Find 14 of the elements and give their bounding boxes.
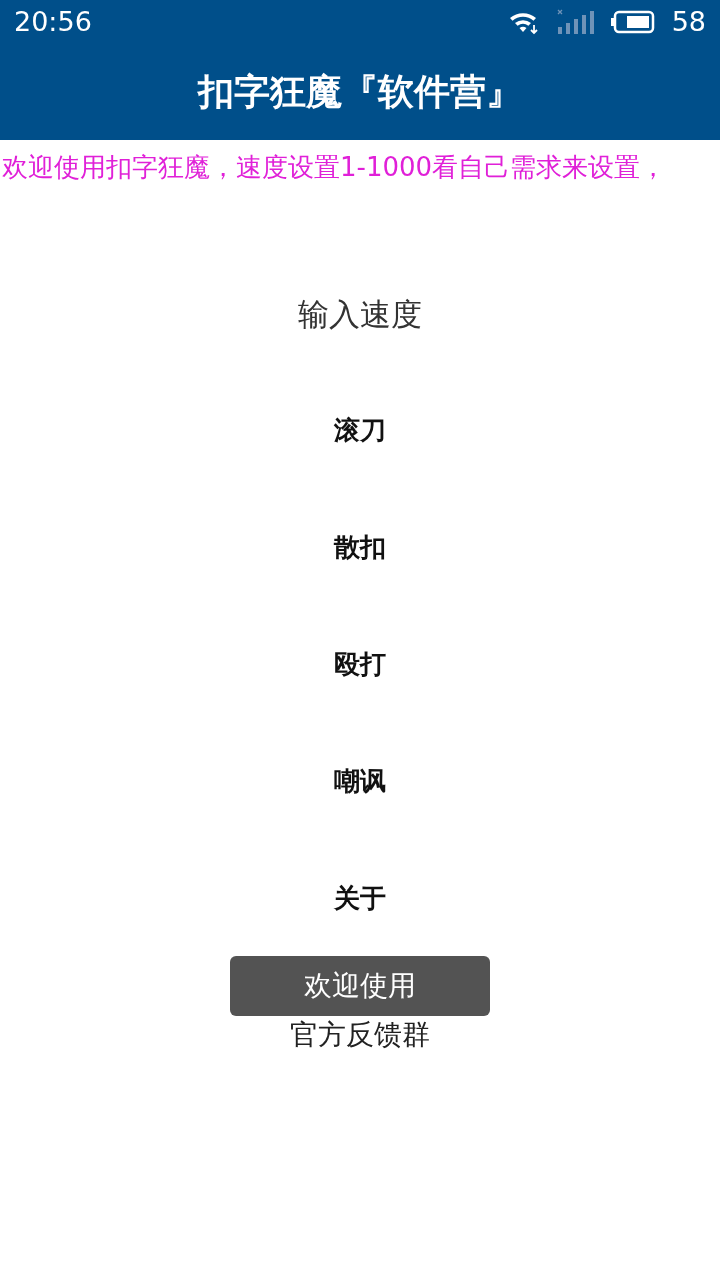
- app-title: 扣字狂魔『软件营』: [198, 70, 522, 114]
- menu-button[interactable]: 散扣: [314, 517, 406, 577]
- menu-button[interactable]: 关于: [314, 868, 406, 928]
- marquee-text: 欢迎使用扣字狂魔，速度设置1-1000看自己需求来设置，: [2, 150, 667, 184]
- battery-icon: [609, 10, 656, 34]
- clock-time: 20:56: [14, 4, 92, 39]
- feedback-group-link[interactable]: 官方反馈群: [290, 1013, 430, 1056]
- menu-button[interactable]: 嘲讽: [314, 751, 406, 811]
- welcome-toast: 欢迎使用: [230, 956, 490, 1016]
- signal-icon: [555, 9, 594, 35]
- menu-button[interactable]: 滚刀: [314, 400, 406, 460]
- battery-level: 58: [671, 4, 706, 39]
- menu-button[interactable]: 殴打: [314, 634, 406, 694]
- speed-input[interactable]: 输入速度: [210, 290, 510, 339]
